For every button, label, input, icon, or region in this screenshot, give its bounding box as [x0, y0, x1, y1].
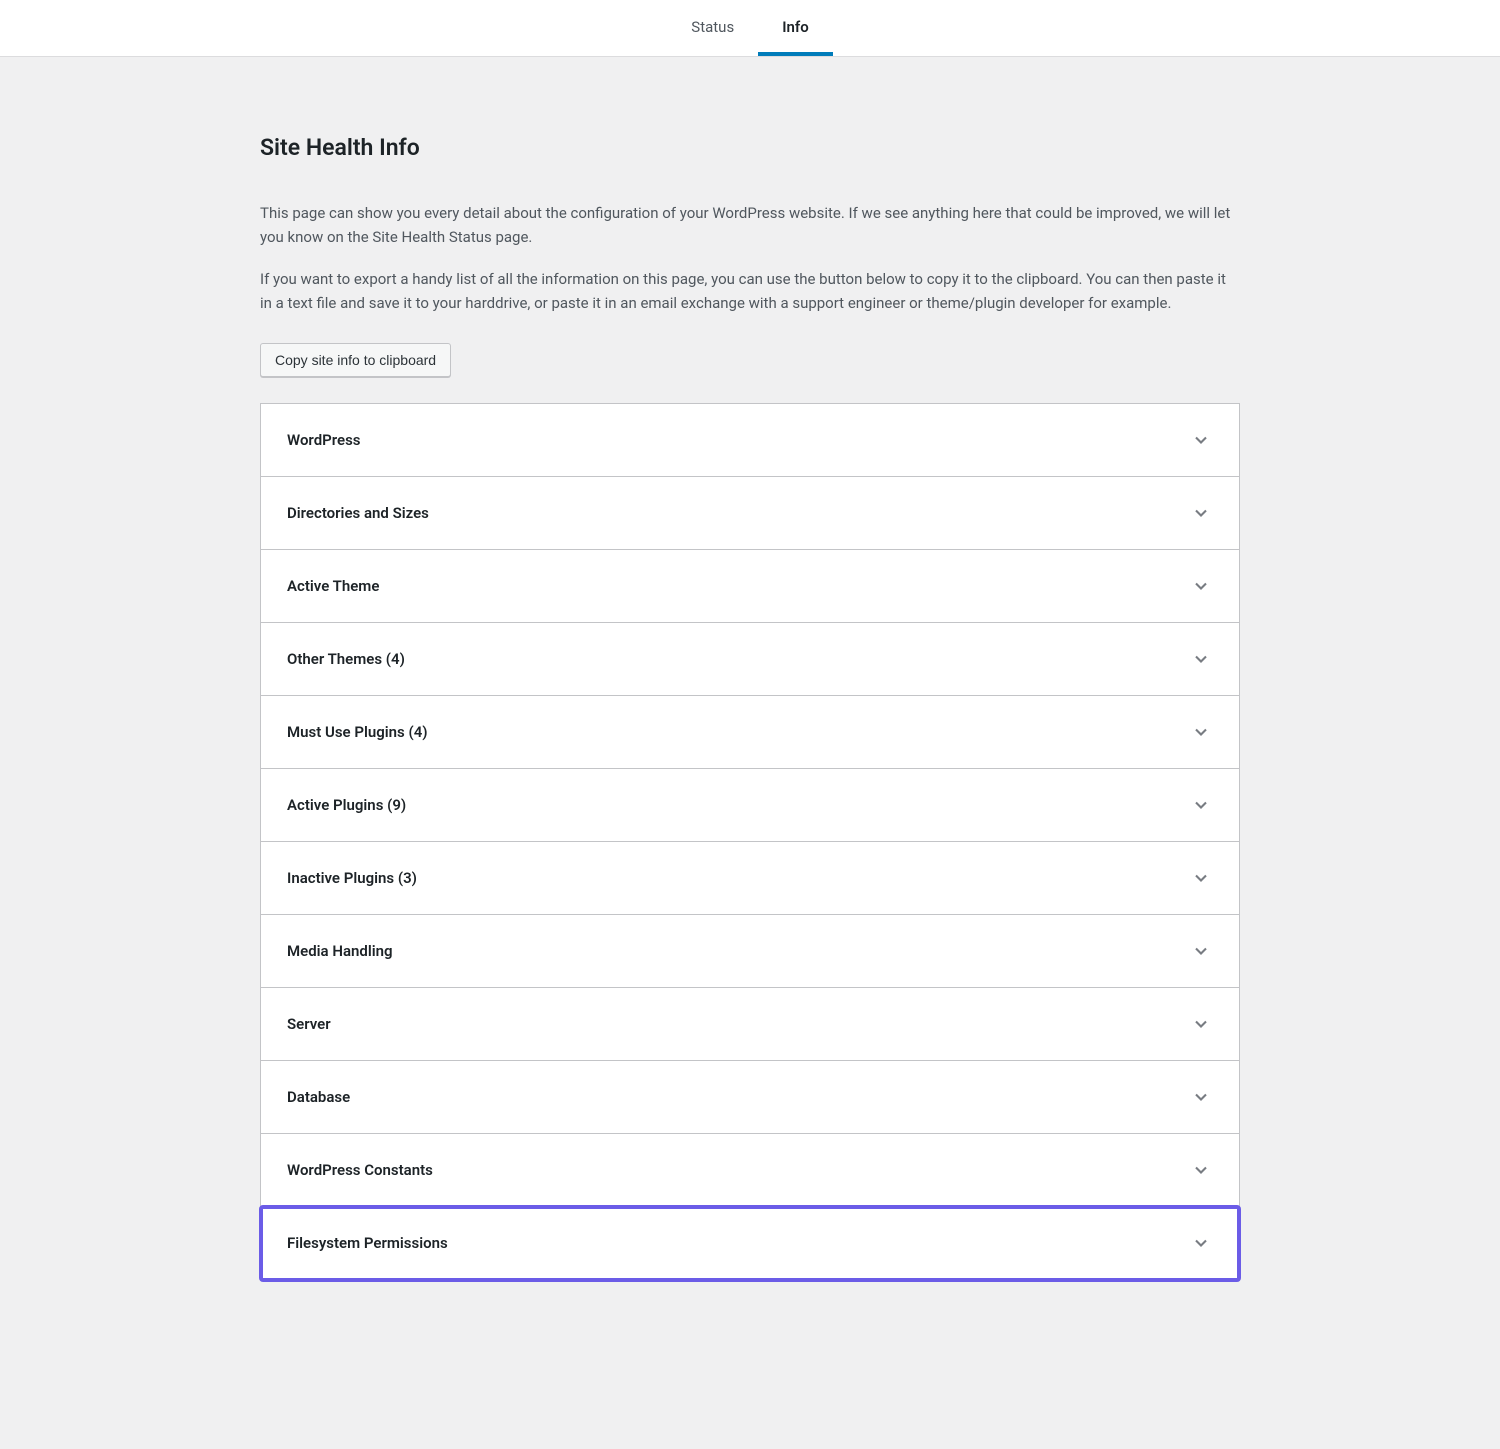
accordion-item-other-themes[interactable]: Other Themes (4): [261, 623, 1239, 696]
description-paragraph-2: If you want to export a handy list of al…: [260, 267, 1240, 315]
tabs-nav: Status Info: [0, 0, 1500, 57]
accordion-item-directories-sizes[interactable]: Directories and Sizes: [261, 477, 1239, 550]
accordion-label: WordPress: [287, 431, 361, 449]
accordion-item-server[interactable]: Server: [261, 988, 1239, 1061]
accordion-item-database[interactable]: Database: [261, 1061, 1239, 1134]
accordion-item-media-handling[interactable]: Media Handling: [261, 915, 1239, 988]
chevron-down-icon: [1189, 720, 1213, 744]
chevron-down-icon: [1189, 866, 1213, 890]
accordion-label: Must Use Plugins (4): [287, 723, 428, 741]
chevron-down-icon: [1189, 1012, 1213, 1036]
accordion-item-filesystem-permissions[interactable]: Filesystem Permissions: [261, 1207, 1239, 1280]
accordion-item-inactive-plugins[interactable]: Inactive Plugins (3): [261, 842, 1239, 915]
chevron-down-icon: [1189, 428, 1213, 452]
accordion-label: Filesystem Permissions: [287, 1234, 448, 1252]
chevron-down-icon: [1189, 501, 1213, 525]
accordion-label: Server: [287, 1015, 331, 1033]
chevron-down-icon: [1189, 793, 1213, 817]
accordion-item-must-use-plugins[interactable]: Must Use Plugins (4): [261, 696, 1239, 769]
main-content: Site Health Info This page can show you …: [130, 134, 1370, 1280]
accordion-label: Directories and Sizes: [287, 504, 429, 522]
site-health-accordion: WordPress Directories and Sizes Active T…: [260, 403, 1240, 1280]
accordion-item-active-plugins[interactable]: Active Plugins (9): [261, 769, 1239, 842]
description-paragraph-1: This page can show you every detail abou…: [260, 201, 1240, 249]
copy-site-info-button[interactable]: Copy site info to clipboard: [260, 343, 451, 377]
accordion-label: Active Theme: [287, 577, 379, 595]
accordion-label: Database: [287, 1088, 350, 1106]
chevron-down-icon: [1189, 1158, 1213, 1182]
accordion-label: WordPress Constants: [287, 1161, 433, 1179]
accordion-item-wordpress[interactable]: WordPress: [261, 404, 1239, 477]
accordion-label: Other Themes (4): [287, 650, 405, 668]
chevron-down-icon: [1189, 939, 1213, 963]
accordion-label: Active Plugins (9): [287, 796, 406, 814]
chevron-down-icon: [1189, 574, 1213, 598]
chevron-down-icon: [1189, 1231, 1213, 1255]
chevron-down-icon: [1189, 1085, 1213, 1109]
page-title: Site Health Info: [260, 134, 1240, 161]
chevron-down-icon: [1189, 647, 1213, 671]
accordion-label: Inactive Plugins (3): [287, 869, 417, 887]
accordion-label: Media Handling: [287, 942, 393, 960]
tab-status[interactable]: Status: [667, 0, 758, 56]
accordion-item-active-theme[interactable]: Active Theme: [261, 550, 1239, 623]
tab-info[interactable]: Info: [758, 0, 833, 56]
accordion-item-wordpress-constants[interactable]: WordPress Constants: [261, 1134, 1239, 1207]
